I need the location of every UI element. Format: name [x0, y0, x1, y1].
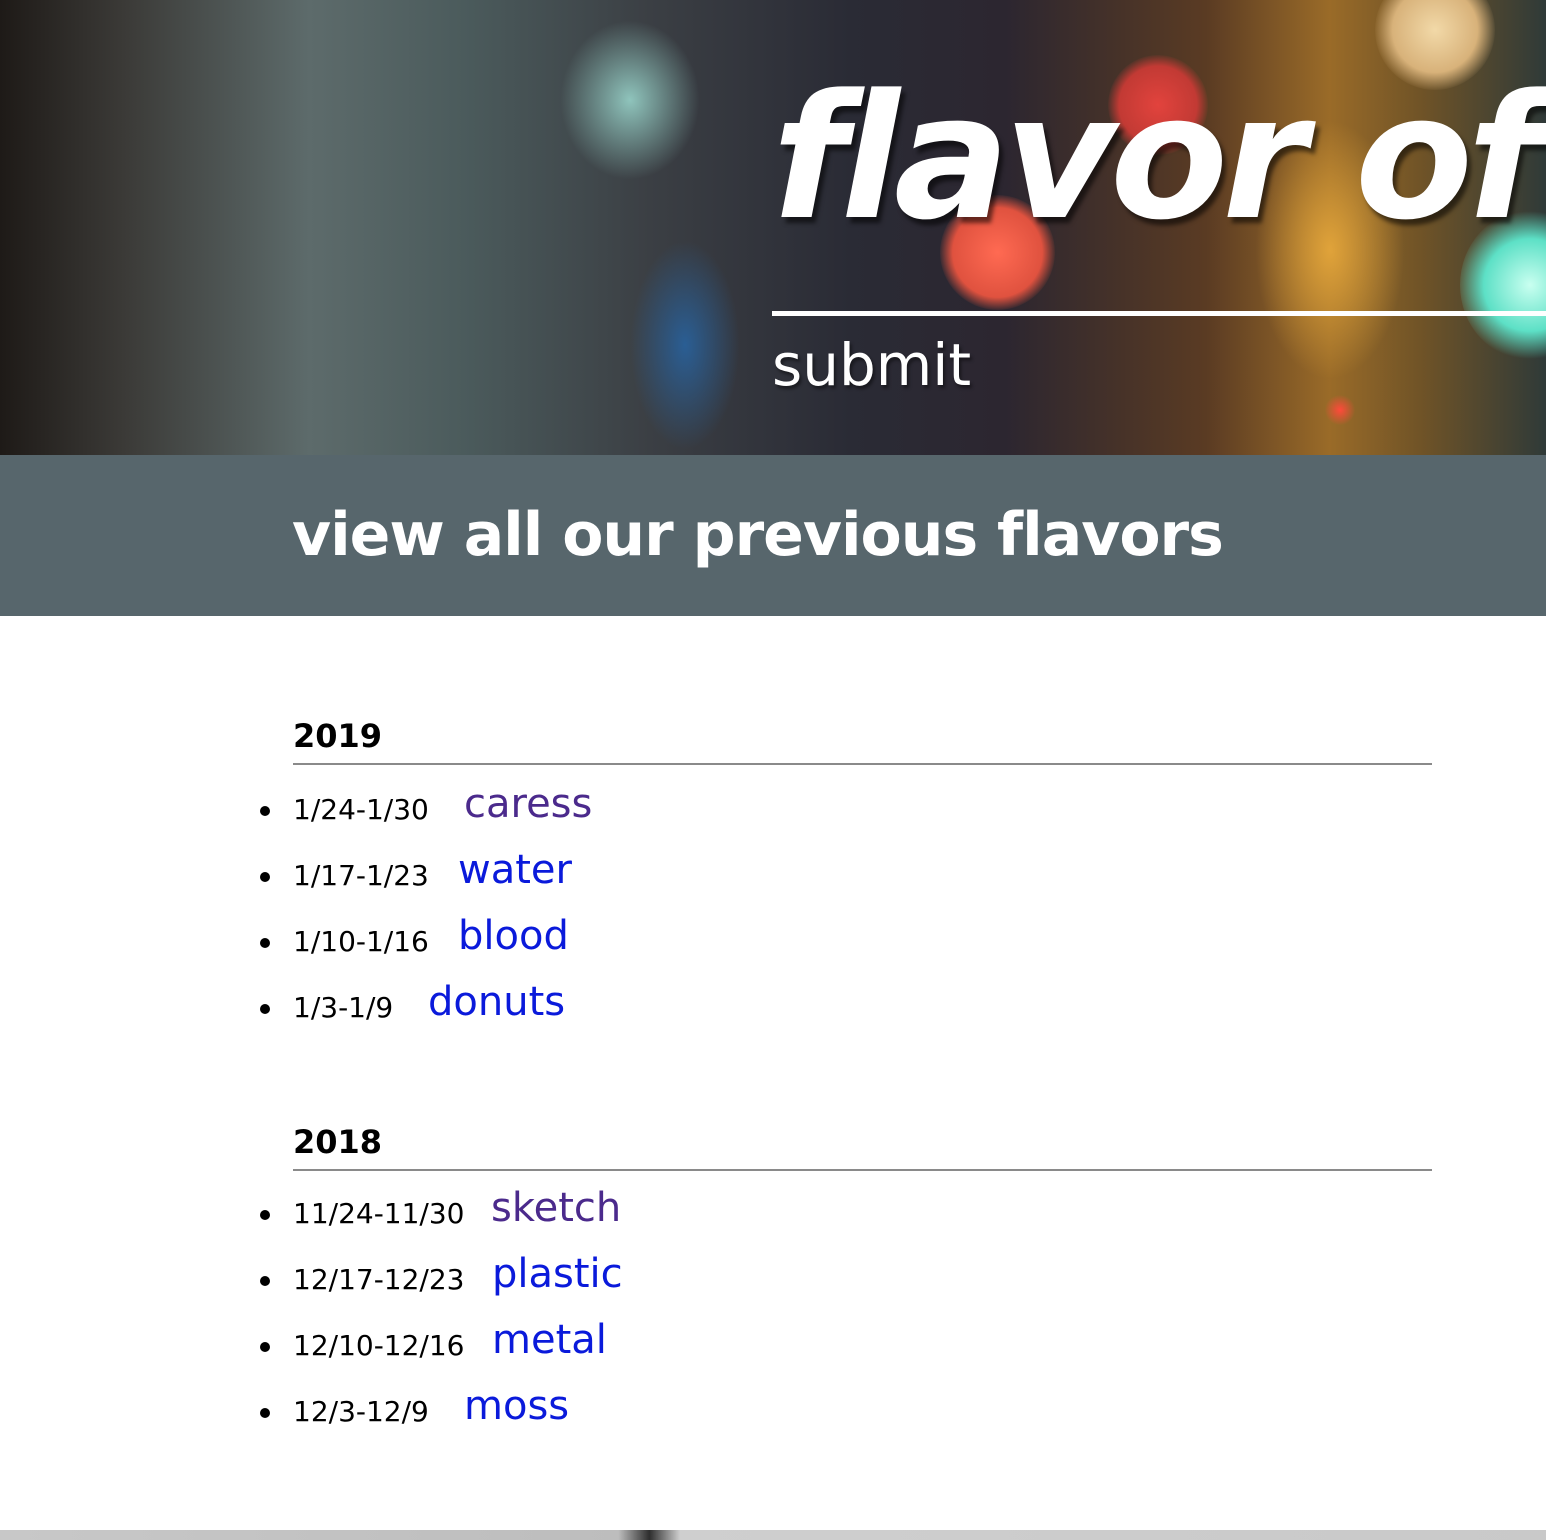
date-range: 12/10-12/16 — [293, 1329, 465, 1362]
bullet-icon — [260, 1408, 270, 1418]
bullet-icon — [260, 872, 270, 882]
date-range: 1/17-1/23 — [293, 859, 429, 892]
date-range: 1/10-1/16 — [293, 925, 429, 958]
flavor-link-moss[interactable]: moss — [464, 1378, 569, 1434]
date-range: 12/3-12/9 — [293, 1395, 429, 1428]
list-item: 1/24-1/30 caress — [0, 776, 1546, 836]
list-item: 12/17-12/23 plastic — [0, 1246, 1546, 1306]
bokeh-light — [630, 240, 740, 450]
flavor-link-metal[interactable]: metal — [492, 1312, 607, 1368]
bullet-icon — [260, 1276, 270, 1286]
hero-divider — [772, 311, 1546, 316]
flavor-link-caress[interactable]: caress — [464, 776, 592, 832]
date-range: 12/17-12/23 — [293, 1263, 465, 1296]
date-range: 11/24-11/30 — [293, 1197, 465, 1230]
list-item: 1/17-1/23 water — [0, 842, 1546, 902]
flavor-link-donuts[interactable]: donuts — [428, 974, 565, 1030]
page-title: view all our previous flavors — [292, 500, 1224, 570]
bullet-icon — [260, 806, 270, 816]
list-item: 1/3-1/9 donuts — [0, 974, 1546, 1034]
site-title: flavor of — [772, 57, 1542, 258]
flavor-link-sketch[interactable]: sketch — [491, 1180, 621, 1236]
list-item: 11/24-11/30 sketch — [0, 1180, 1546, 1240]
bullet-icon — [260, 1210, 270, 1220]
section-banner: view all our previous flavors — [0, 455, 1546, 616]
year-heading: 2018 — [293, 1123, 383, 1161]
date-range: 1/24-1/30 — [293, 793, 429, 826]
window-bottom-edge — [0, 1530, 1546, 1540]
bokeh-light — [1325, 395, 1355, 425]
date-range: 1/3-1/9 — [293, 991, 394, 1024]
flavor-link-water[interactable]: water — [458, 842, 572, 898]
list-item: 1/10-1/16 blood — [0, 908, 1546, 968]
submit-link[interactable]: submit — [772, 330, 971, 400]
year-heading: 2019 — [293, 717, 383, 755]
list-item: 12/10-12/16 metal — [0, 1312, 1546, 1372]
list-item: 12/3-12/9 moss — [0, 1378, 1546, 1438]
hero-header: flavor of submit — [0, 0, 1546, 455]
bullet-icon — [260, 938, 270, 948]
flavor-link-blood[interactable]: blood — [458, 908, 569, 964]
bullet-icon — [260, 1342, 270, 1352]
bokeh-light — [560, 20, 700, 180]
year-divider — [293, 1169, 1432, 1171]
bullet-icon — [260, 1004, 270, 1014]
flavor-link-plastic[interactable]: plastic — [492, 1246, 623, 1302]
year-divider — [293, 763, 1432, 765]
